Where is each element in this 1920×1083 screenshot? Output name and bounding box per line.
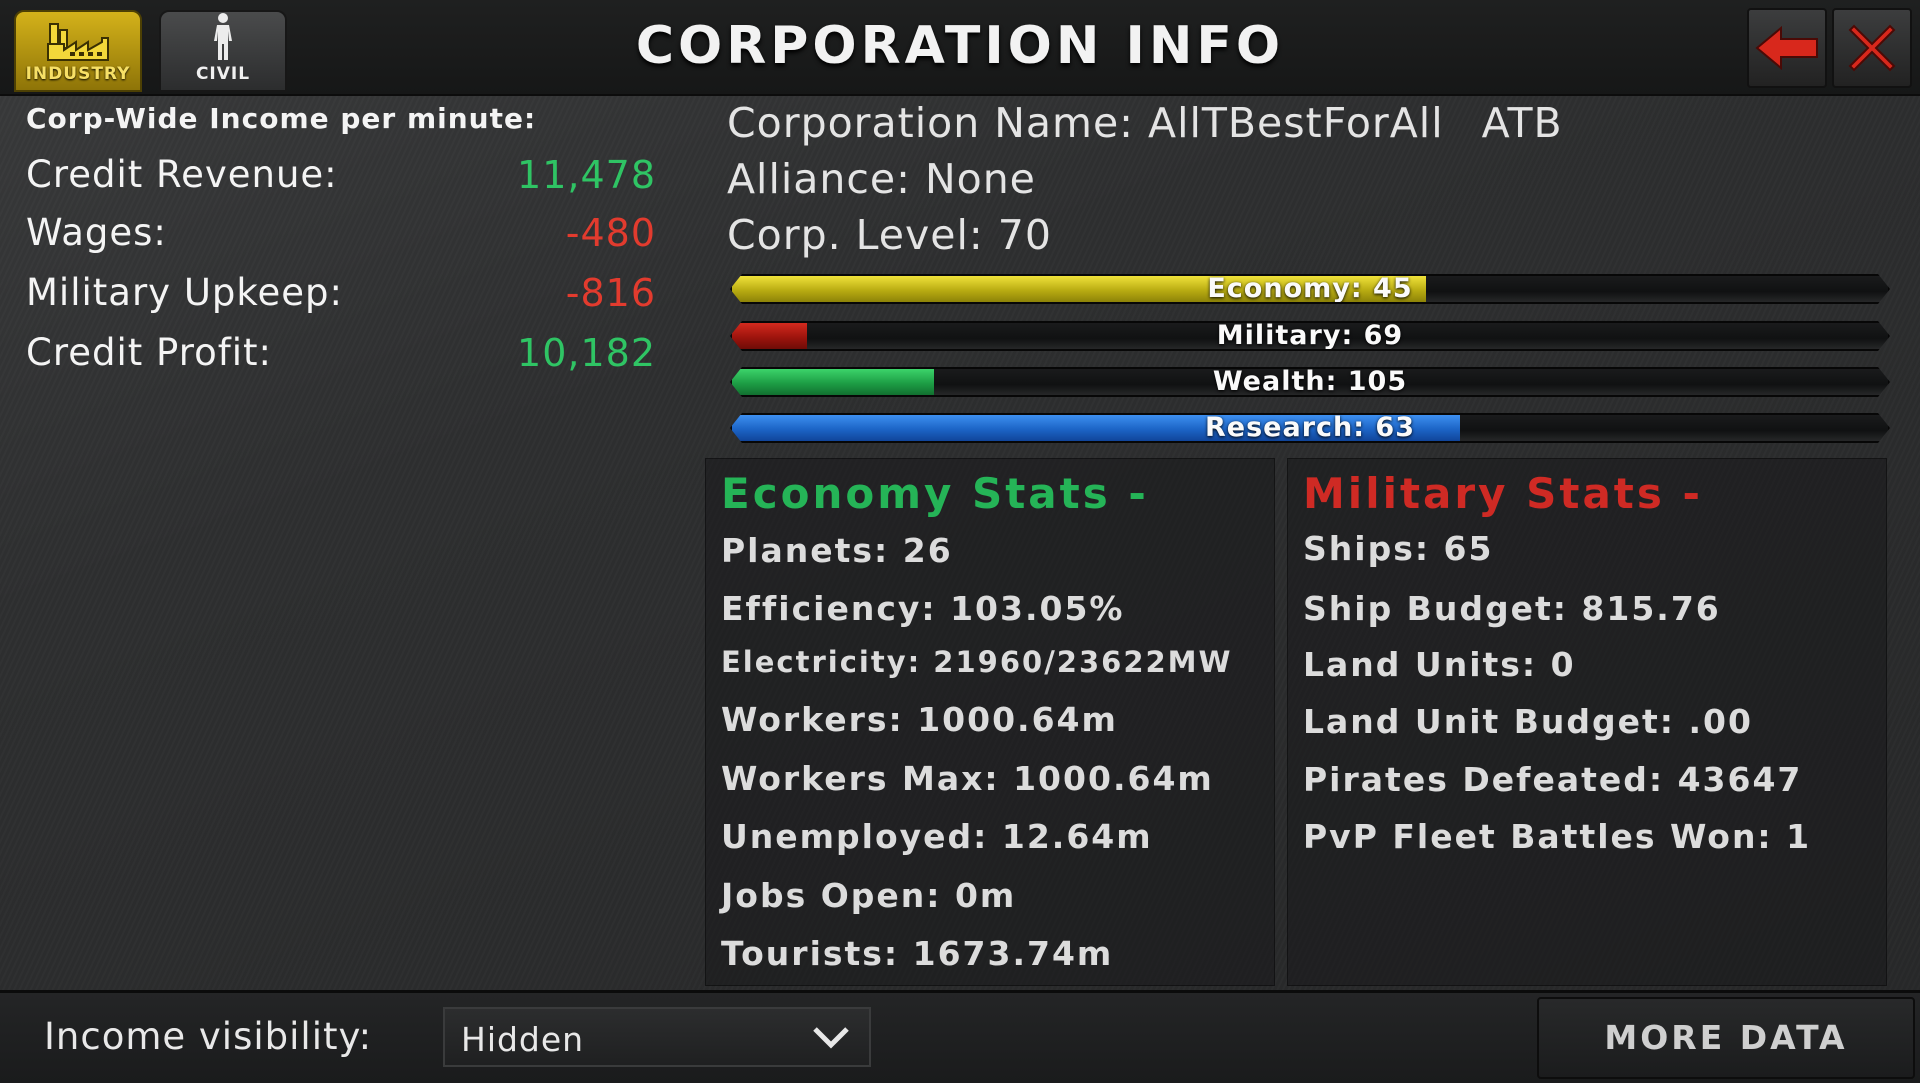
stat-ships: Ships: 65 bbox=[1303, 529, 1494, 568]
chevron-down-icon bbox=[813, 1027, 849, 1049]
stat-land-unit-budget: Land Unit Budget: .00 bbox=[1303, 702, 1753, 741]
stat-tourists: Tourists: 1673.74m bbox=[721, 934, 1114, 973]
top-bar: INDUSTRY CIVIL CORPORATION INFO bbox=[0, 0, 1920, 96]
economy-stats-panel: Economy Stats - Planets: 26 Efficiency: … bbox=[705, 458, 1275, 986]
income-row-wages: Wages: -480 bbox=[26, 211, 656, 261]
stat-planets: Planets: 26 bbox=[721, 531, 953, 570]
stat-pvp-battles-won: PvP Fleet Battles Won: 1 bbox=[1303, 817, 1812, 856]
income-visibility-label: Income visibility: bbox=[44, 1015, 373, 1058]
income-value: 11,478 bbox=[517, 153, 656, 197]
income-value: -480 bbox=[565, 211, 656, 255]
research-bar-label: Research: 63 bbox=[1204, 413, 1416, 443]
stat-electricity: Electricity: 21960/23622MW bbox=[721, 645, 1233, 679]
research-bar: Research: 63 bbox=[730, 413, 1890, 443]
stat-pirates-defeated: Pirates Defeated: 43647 bbox=[1303, 760, 1803, 799]
stat-workers: Workers: 1000.64m bbox=[721, 700, 1118, 739]
income-label: Credit Profit: bbox=[26, 331, 273, 374]
income-row-credit-revenue: Credit Revenue: 11,478 bbox=[26, 153, 656, 203]
corp-level: Corp. Level: 70 bbox=[727, 211, 1052, 259]
income-row-military-upkeep: Military Upkeep: -816 bbox=[26, 271, 656, 321]
corp-name-text: Corporation Name: AllTBestForAll bbox=[727, 99, 1444, 147]
more-data-button[interactable]: MORE DATA bbox=[1537, 997, 1915, 1079]
military-bar-label: Military: 69 bbox=[1216, 321, 1404, 351]
corp-tag: ATB bbox=[1481, 99, 1563, 147]
back-arrow-icon bbox=[1755, 26, 1818, 70]
bottom-bar: Income visibility: Hidden MORE DATA bbox=[0, 990, 1920, 1083]
income-header: Corp-Wide Income per minute: bbox=[26, 102, 537, 135]
economy-bar: Economy: 45 bbox=[730, 274, 1890, 304]
income-label: Credit Revenue: bbox=[26, 153, 338, 196]
close-icon bbox=[1848, 24, 1896, 72]
corp-alliance: Alliance: None bbox=[727, 155, 1036, 203]
stat-jobs-open: Jobs Open: 0m bbox=[721, 876, 1017, 915]
military-stats-panel: Military Stats - Ships: 65 Ship Budget: … bbox=[1287, 458, 1887, 986]
stat-efficiency: Efficiency: 103.05% bbox=[721, 589, 1125, 628]
income-label: Military Upkeep: bbox=[26, 271, 343, 314]
income-value: -816 bbox=[565, 271, 656, 315]
income-label: Wages: bbox=[26, 211, 167, 254]
wealth-bar: Wealth: 105 bbox=[730, 367, 1890, 397]
income-row-credit-profit: Credit Profit: 10,182 bbox=[26, 331, 656, 381]
back-button[interactable] bbox=[1747, 8, 1827, 88]
stat-ship-budget: Ship Budget: 815.76 bbox=[1303, 589, 1721, 628]
wealth-bar-label: Wealth: 105 bbox=[1212, 367, 1408, 397]
stat-land-units: Land Units: 0 bbox=[1303, 645, 1576, 684]
military-stats-title: Military Stats - bbox=[1303, 469, 1703, 518]
corp-name: Corporation Name: AllTBestForAll ATB bbox=[727, 99, 1563, 147]
close-button[interactable] bbox=[1832, 8, 1912, 88]
income-visibility-dropdown[interactable]: Hidden bbox=[443, 1007, 871, 1067]
income-value: 10,182 bbox=[517, 331, 656, 375]
page-title: CORPORATION INFO bbox=[635, 16, 1285, 76]
stat-unemployed: Unemployed: 12.64m bbox=[721, 817, 1153, 856]
military-bar: Military: 69 bbox=[730, 321, 1890, 351]
economy-stats-title: Economy Stats - bbox=[721, 469, 1149, 518]
income-visibility-value: Hidden bbox=[461, 1020, 585, 1059]
stat-workers-max: Workers Max: 1000.64m bbox=[721, 759, 1214, 798]
economy-bar-label: Economy: 45 bbox=[1207, 274, 1413, 304]
